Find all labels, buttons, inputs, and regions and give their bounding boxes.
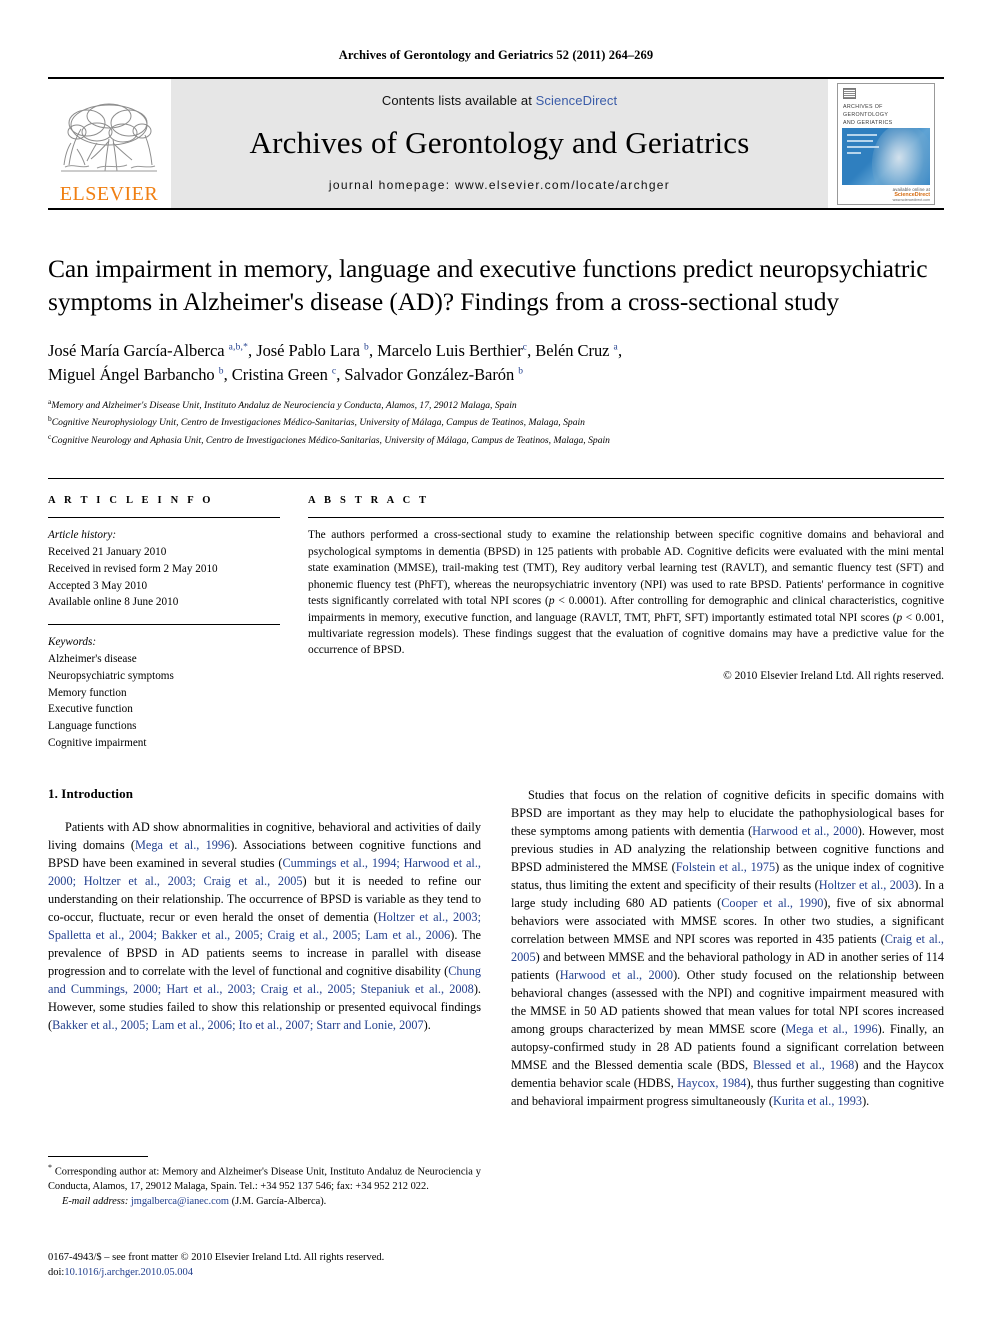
citation-link[interactable]: Haycox, 1984 (677, 1076, 746, 1090)
article-info-heading: A R T I C L E I N F O (48, 495, 214, 507)
article-page: Archives of Gerontology and Geriatrics 5… (0, 0, 992, 1323)
sciencedirect-link[interactable]: ScienceDirect (536, 93, 618, 108)
body-right-column: Studies that focus on the relation of co… (511, 786, 944, 1266)
abstract-text: The authors performed a cross-sectional … (308, 527, 944, 659)
doi-link[interactable]: 10.1016/j.archger.2010.05.004 (64, 1267, 193, 1278)
article-info-column: A R T I C L E I N F O Article history: R… (48, 495, 280, 752)
author-lara: , José Pablo Lara (248, 341, 364, 361)
author-cruz: , Belén Cruz (527, 341, 614, 361)
citation-link[interactable]: Harwood et al., 2000 (560, 968, 673, 982)
footnote-email-line: E-mail address: jmgalberca@ianec.com (J.… (48, 1195, 481, 1210)
intro-paragraph-left: Patients with AD show abnormalities in c… (48, 818, 481, 1034)
cover-title-line1: ARCHIVES OF GERONTOLOGY (843, 103, 889, 118)
article-title: Can impairment in memory, language and e… (48, 254, 928, 317)
body-left-column: 1. Introduction Patients with AD show ab… (48, 786, 481, 1266)
keywords-list: Alzheimer's disease Neuropsychiatric sym… (48, 651, 280, 752)
contents-prefix: Contents lists available at (381, 93, 536, 108)
cover-text-lines (847, 133, 879, 158)
footnote-divider (48, 1155, 148, 1157)
elsevier-tree-icon (61, 103, 157, 172)
cover-sciencedirect-badge: available online at ScienceDirect www.sc… (878, 187, 930, 202)
citation-link[interactable]: Cooper et al., 1990 (721, 896, 823, 910)
cover-illustration (842, 127, 930, 185)
footnote-text: * Corresponding author at: Memory and Al… (48, 1162, 481, 1195)
article-info-rule (48, 517, 280, 519)
abstract-column: A B S T R A C T The authors performed a … (308, 495, 944, 752)
elsevier-wordmark: ELSEVIER (59, 183, 159, 205)
section-title-introduction: 1. Introduction (48, 785, 134, 801)
keyword-item: Alzheimer's disease (48, 652, 137, 665)
cover-title: ARCHIVES OF GERONTOLOGY AND GERIATRICS (843, 103, 929, 128)
author-berthier: , Marcelo Luis Berthier (368, 341, 523, 361)
citation-link[interactable]: Holtzer et al., 2003 (819, 878, 915, 892)
colophon-doi-line: doi:10.1016/j.archger.2010.05.004 (48, 1265, 481, 1281)
journal-homepage[interactable]: journal homepage: www.elsevier.com/locat… (329, 178, 670, 192)
journal-banner: ELSEVIER Contents lists available at Sci… (48, 77, 944, 210)
author-garcia-alberca-marks[interactable]: a,b,* (229, 343, 248, 353)
author-gonzalez-baron-marks[interactable]: b (518, 366, 523, 376)
citation-link[interactable]: Harwood et al., 2000 (752, 824, 858, 838)
citation-link[interactable]: Mega et al., 1996 (785, 1022, 877, 1036)
journal-cover-thumbnail[interactable]: ARCHIVES OF GERONTOLOGY AND GERIATRICS a… (837, 82, 935, 205)
keyword-item: Neuropsychiatric symptoms (48, 669, 174, 682)
running-head: Archives of Gerontology and Geriatrics 5… (338, 48, 654, 62)
affiliation-a-text: Memory and Alzheimer's Disease Unit, Ins… (51, 400, 517, 412)
info-abstract-section: A R T I C L E I N F O Article history: R… (48, 478, 944, 752)
author-green: , Cristina Green (223, 364, 332, 384)
author-barbancho: Miguel Ángel Barbancho (48, 364, 219, 384)
citation-link[interactable]: Blessed et al., 1968 (753, 1058, 854, 1072)
history-revised: Received in revised form 2 May 2010 (48, 562, 218, 575)
journal-cover-container: ARCHIVES OF GERONTOLOGY AND GERIATRICS a… (828, 79, 944, 208)
intro-paragraph-right: Studies that focus on the relation of co… (511, 786, 944, 1110)
article-history-list: Received 21 January 2010 Received in rev… (48, 544, 280, 611)
keyword-item: Language functions (48, 720, 137, 733)
citation-link[interactable]: Kurita et al., 1993 (773, 1094, 862, 1108)
keywords-label: Keywords: (48, 636, 97, 649)
keyword-item: Cognitive impairment (48, 736, 147, 749)
intro-left-text-6: ). (423, 1017, 431, 1032)
keyword-item: Executive function (48, 703, 133, 716)
history-accepted: Accepted 3 May 2010 (48, 579, 148, 592)
contents-available-line: Contents lists available at ScienceDirec… (382, 93, 617, 108)
keyword-item: Memory function (48, 686, 127, 699)
history-received: Received 21 January 2010 (48, 545, 167, 558)
cover-elsevier-icon (843, 87, 856, 99)
cover-title-line2: AND GERIATRICS (843, 119, 893, 126)
cover-face-illustration (872, 127, 930, 185)
affiliation-list: aMemory and Alzheimer's Disease Unit, In… (48, 396, 944, 448)
abstract-heading: A B S T R A C T (308, 495, 430, 507)
banner-center: Contents lists available at ScienceDirec… (170, 79, 828, 208)
keywords-rule (48, 624, 280, 626)
colophon: 0167-4943/$ – see front matter © 2010 El… (48, 1250, 481, 1282)
doi-label: doi: (48, 1267, 65, 1279)
intro-right-text-11: ). (862, 1093, 870, 1108)
title-block: Can impairment in memory, language and e… (48, 252, 944, 448)
affiliation-a: aMemory and Alzheimer's Disease Unit, In… (48, 396, 944, 413)
colophon-frontmatter: 0167-4943/$ – see front matter © 2010 El… (48, 1251, 385, 1263)
body-columns: 1. Introduction Patients with AD show ab… (48, 786, 944, 1266)
author-garcia-alberca: José María García-Alberca (48, 341, 229, 361)
elsevier-logo: ELSEVIER (48, 79, 170, 208)
affiliation-b: bCognitive Neurophysiology Unit, Centro … (48, 413, 944, 430)
email-owner: (J.M. García-Alberca). (231, 1196, 327, 1208)
history-online: Available online 8 June 2010 (48, 596, 179, 609)
footnote-body: Corresponding author at: Memory and Alzh… (48, 1166, 481, 1193)
abstract-copyright: © 2010 Elsevier Ireland Ltd. All rights … (723, 669, 944, 682)
abstract-rule (308, 517, 944, 519)
author-list: José María García-Alberca a,b,*, José Pa… (48, 339, 944, 386)
affiliation-c-text: Cognitive Neurology and Aphasia Unit, Ce… (51, 435, 610, 446)
cover-sd-url: www.sciencedirect.com (892, 197, 930, 202)
article-history-label: Article history: (48, 529, 117, 542)
citation-link[interactable]: Mega et al., 1996 (135, 838, 230, 852)
citation-link[interactable]: Folstein et al., 1975 (676, 860, 775, 874)
corresponding-author-footnote: * Corresponding author at: Memory and Al… (48, 1155, 481, 1210)
author-gonzalez-baron: , Salvador González-Barón (336, 364, 519, 384)
journal-title: Archives of Gerontology and Geriatrics (249, 125, 750, 160)
author-line1-end: , (617, 341, 623, 361)
email-address-label: E-mail address: (62, 1196, 129, 1208)
affiliation-b-text: Cognitive Neurophysiology Unit, Centro d… (51, 417, 585, 429)
citation-link[interactable]: Bakker et al., 2005; Lam et al., 2006; I… (52, 1018, 424, 1032)
affiliation-c: cCognitive Neurology and Aphasia Unit, C… (48, 431, 944, 448)
email-link[interactable]: jmgalberca@ianec.com (131, 1196, 229, 1207)
